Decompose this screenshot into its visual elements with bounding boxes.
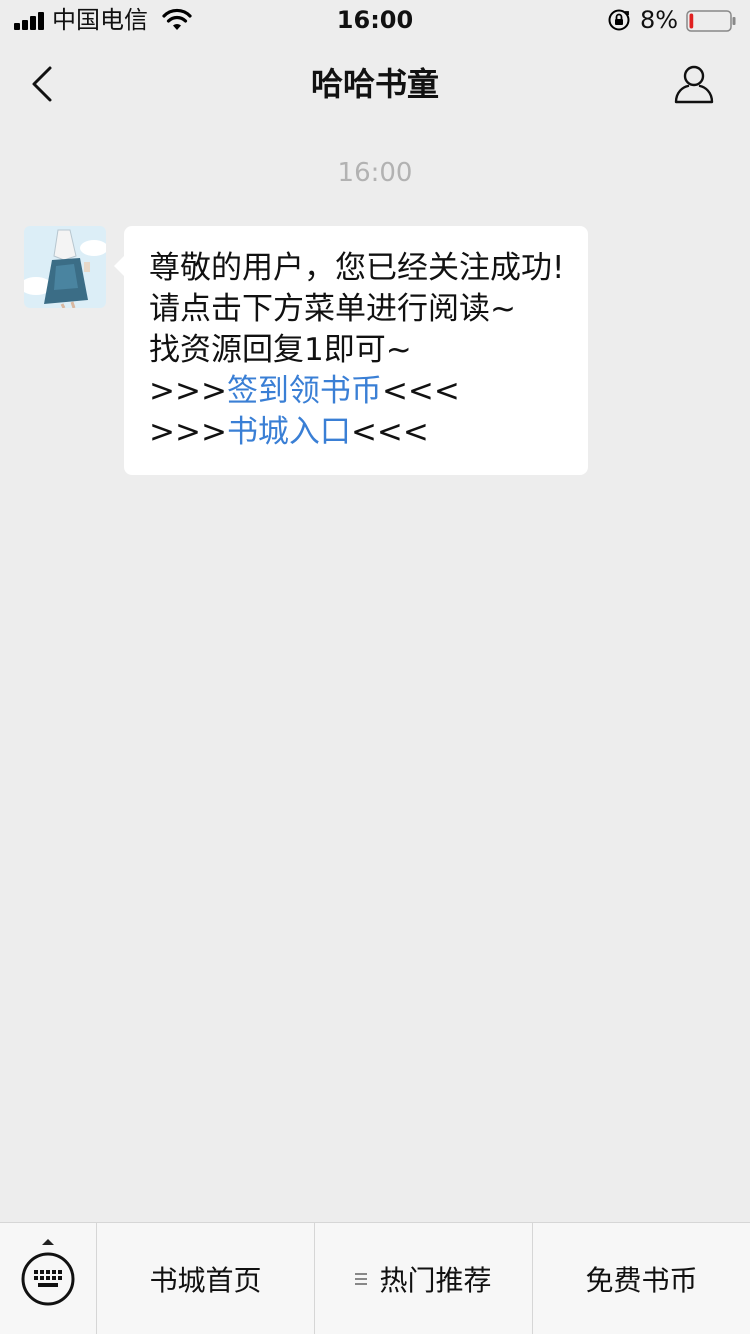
- message-line: 找资源回复1即可~: [149, 332, 412, 368]
- message-line: 请点击下方菜单进行阅读~: [149, 291, 516, 327]
- keyboard-icon: [21, 1252, 75, 1306]
- checkin-link[interactable]: 签到领书币: [227, 373, 382, 409]
- menu-item-free-coins[interactable]: 免费书币: [533, 1223, 750, 1334]
- message-bubble: 尊敬的用户，您已经关注成功! 请点击下方菜单进行阅读~ 找资源回复1即可~ >>…: [114, 226, 588, 475]
- status-bar: 中国电信 16:00 8%: [0, 0, 750, 40]
- bottom-menu: 书城首页 热门推荐 免费书币: [0, 1222, 750, 1334]
- avatar-illustration: [24, 226, 106, 308]
- status-clock: 16:00: [336, 6, 414, 34]
- link-suffix: <<<: [381, 373, 460, 409]
- bookstore-link[interactable]: 书城入口: [227, 414, 351, 450]
- checkin-link-line: >>>签到领书币<<<: [149, 371, 568, 412]
- keyboard-toggle-button[interactable]: [0, 1223, 97, 1334]
- menu-item-label: 热门推荐: [379, 1264, 492, 1297]
- bookstore-link-line: >>>书城入口<<<: [149, 412, 568, 453]
- menu-item-bookstore-home[interactable]: 书城首页: [97, 1223, 315, 1334]
- avatar[interactable]: [24, 226, 106, 308]
- orientation-lock-icon: [608, 9, 630, 31]
- message-line: 尊敬的用户，您已经关注成功!: [149, 250, 565, 286]
- chat-timestamp: 16:00: [337, 158, 413, 188]
- page-title: 哈哈书童: [310, 65, 439, 103]
- battery-percent: 8%: [640, 6, 679, 34]
- person-icon[interactable]: [672, 62, 716, 106]
- bubble-tail: [114, 256, 124, 276]
- nav-bar: 哈哈书童: [0, 40, 750, 128]
- submenu-icon: [355, 1270, 368, 1288]
- link-prefix: >>>: [149, 414, 227, 450]
- menu-item-hot-picks[interactable]: 热门推荐: [315, 1223, 533, 1334]
- link-suffix: <<<: [350, 414, 429, 450]
- battery-icon: [686, 10, 736, 32]
- menu-item-label: 免费书币: [585, 1264, 698, 1297]
- link-prefix: >>>: [149, 373, 227, 409]
- menu-item-label: 书城首页: [149, 1264, 262, 1297]
- caret-up-icon: [42, 1239, 54, 1245]
